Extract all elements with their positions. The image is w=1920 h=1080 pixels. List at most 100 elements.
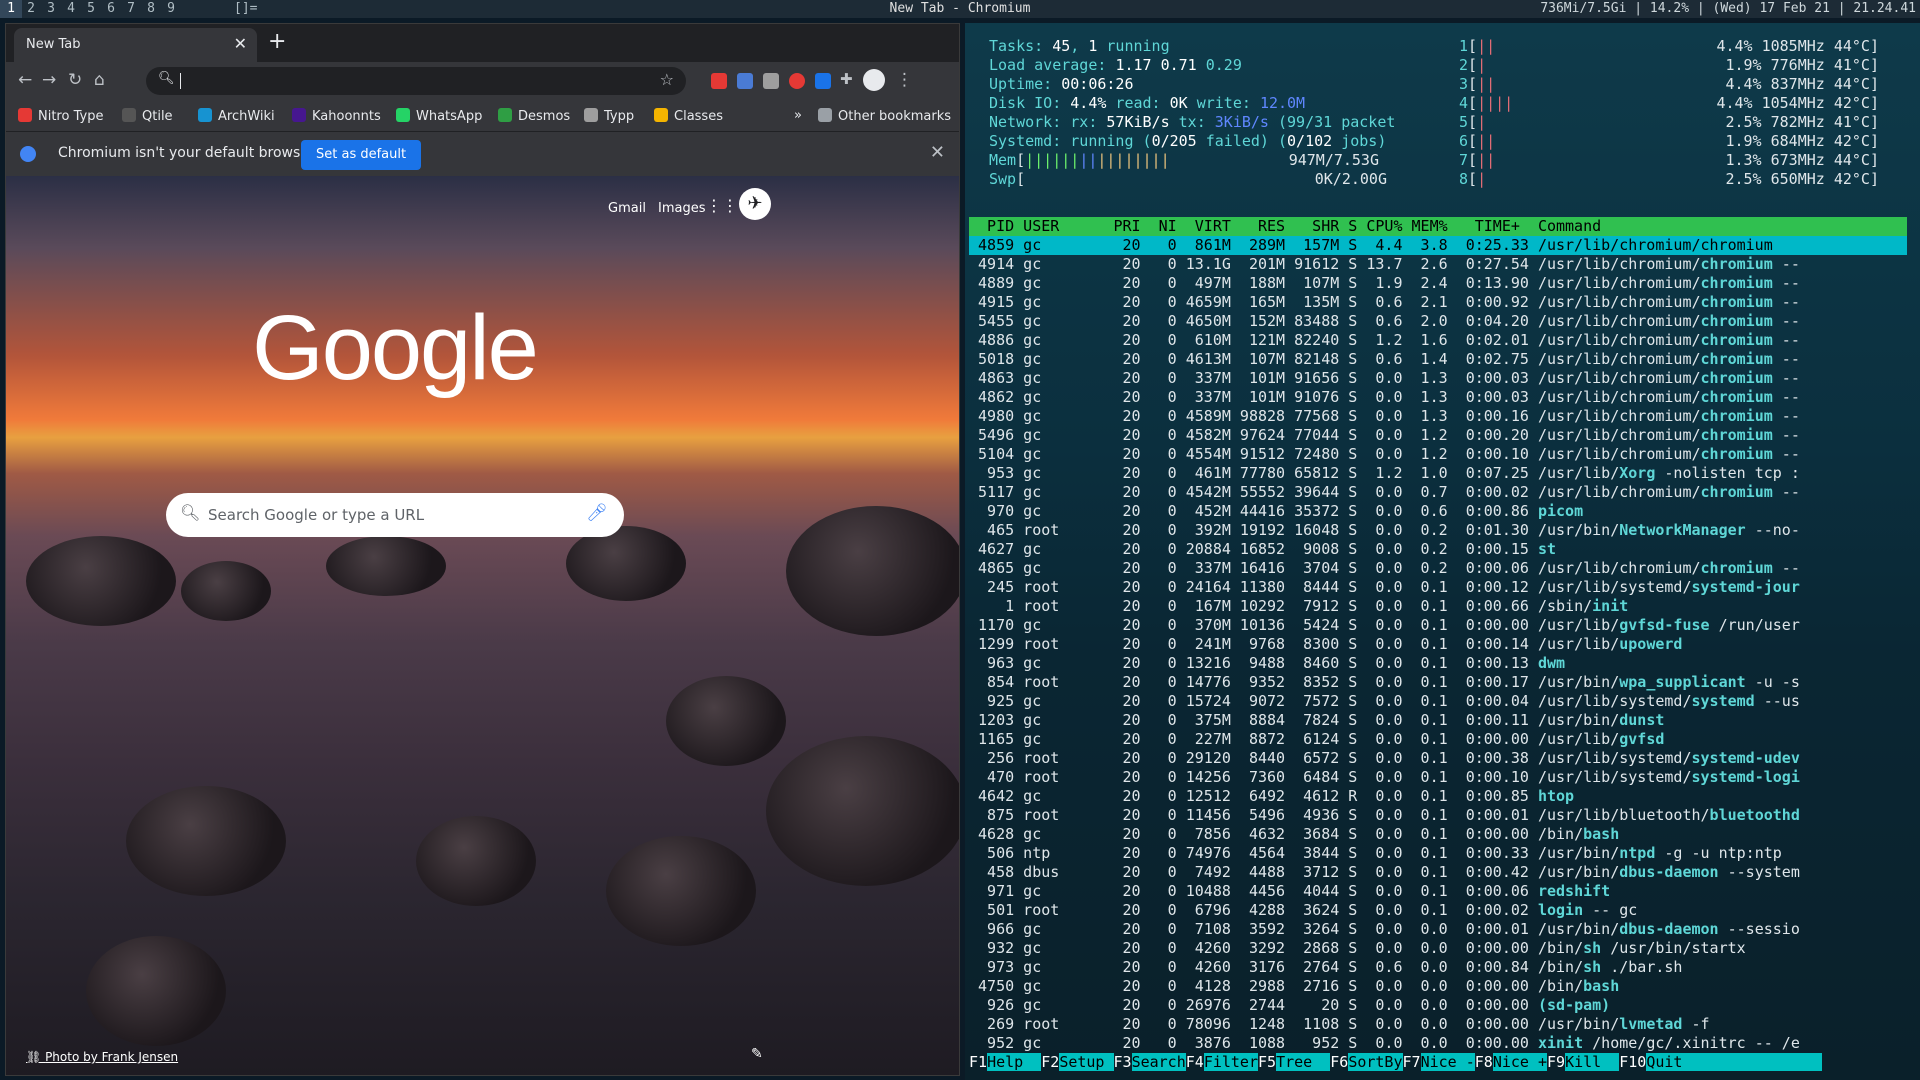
process-row[interactable]: 966 gc 20 0 7108 3592 3264 S 0.0 0.0 0:0… <box>969 920 1907 939</box>
process-row[interactable]: 875 root 20 0 11456 5496 4936 S 0.0 0.1 … <box>969 806 1907 825</box>
extension-icon[interactable] <box>711 73 727 89</box>
home-icon[interactable]: ⌂ <box>94 70 105 90</box>
fkey-f3[interactable]: F3 <box>1114 1053 1132 1071</box>
fkey-f8[interactable]: F8 <box>1475 1053 1493 1071</box>
puzzle-extensions-icon[interactable]: ✚ <box>840 70 853 88</box>
fkey-label[interactable]: Tree <box>1276 1053 1331 1071</box>
process-row[interactable]: 269 root 20 0 78096 1248 1108 S 0.0 0.0 … <box>969 1015 1907 1034</box>
tab-new-tab[interactable]: New Tab ✕ <box>14 28 257 62</box>
process-row[interactable]: 4914 gc 20 0 13.1G 201M 91612 S 13.7 2.6… <box>969 255 1907 274</box>
process-row[interactable]: 4750 gc 20 0 4128 2988 2716 S 0.0 0.0 0:… <box>969 977 1907 996</box>
process-row[interactable]: 465 root 20 0 392M 19192 16048 S 0.0 0.2… <box>969 521 1907 540</box>
omnibox[interactable]: 🔍︎ ☆ <box>146 67 686 95</box>
process-row[interactable]: 245 root 20 0 24164 11380 8444 S 0.0 0.1… <box>969 578 1907 597</box>
process-row[interactable]: 1165 gc 20 0 227M 8872 6124 S 0.0 0.1 0:… <box>969 730 1907 749</box>
process-row[interactable]: 4980 gc 20 0 4589M 98828 77568 S 0.0 1.3… <box>969 407 1907 426</box>
bookmark-classes[interactable]: Classes <box>654 108 723 124</box>
fkey-f1[interactable]: F1 <box>969 1053 987 1071</box>
close-tab-icon[interactable]: ✕ <box>234 34 247 53</box>
reload-icon[interactable]: ↻ <box>68 70 82 90</box>
extension-icon[interactable] <box>789 73 805 89</box>
fkey-label[interactable]: Help <box>987 1053 1042 1071</box>
bookmark-desmos[interactable]: Desmos <box>498 108 570 124</box>
process-row[interactable]: 5117 gc 20 0 4542M 55552 39644 S 0.0 0.7… <box>969 483 1907 502</box>
process-table-header[interactable]: PID USER PRI NI VIRT RES SHR S CPU% MEM%… <box>969 217 1907 236</box>
process-row[interactable]: 5104 gc 20 0 4554M 91512 72480 S 0.0 1.2… <box>969 445 1907 464</box>
images-link[interactable]: Images <box>658 201 706 216</box>
process-row[interactable]: 4863 gc 20 0 337M 101M 91656 S 0.0 1.3 0… <box>969 369 1907 388</box>
process-row[interactable]: 4628 gc 20 0 7856 4632 3684 S 0.0 0.1 0:… <box>969 825 1907 844</box>
fkey-label[interactable]: SortBy <box>1348 1053 1403 1071</box>
fkey-label[interactable]: Search <box>1131 1053 1186 1071</box>
bookmarks-overflow-icon[interactable]: » <box>794 108 802 123</box>
fkey-label[interactable]: Filter <box>1203 1053 1258 1071</box>
process-row[interactable]: 4642 gc 20 0 12512 6492 4612 R 0.0 0.1 0… <box>969 787 1907 806</box>
process-row[interactable]: 926 gc 20 0 26976 2744 20 S 0.0 0.0 0:00… <box>969 996 1907 1015</box>
account-avatar[interactable]: ✈ <box>739 188 771 220</box>
photo-credit-link[interactable]: ⛓ Photo by Frank Jensen <box>26 1050 178 1064</box>
extension-icon[interactable] <box>815 73 831 89</box>
close-icon[interactable]: ✕ <box>930 142 945 163</box>
customize-pencil-icon[interactable]: ✎ <box>751 1046 763 1062</box>
process-row[interactable]: 1299 root 20 0 241M 9768 8300 S 0.0 0.1 … <box>969 635 1907 654</box>
ntp-search-box[interactable]: 🔍︎ Search Google or type a URL 🎤︎ <box>166 493 624 537</box>
process-row[interactable]: 5496 gc 20 0 4582M 97624 77044 S 0.0 1.2… <box>969 426 1907 445</box>
fkey-f9[interactable]: F9 <box>1547 1053 1565 1071</box>
fkey-f5[interactable]: F5 <box>1258 1053 1276 1071</box>
fkey-label[interactable]: Kill <box>1565 1053 1620 1071</box>
forward-icon[interactable]: → <box>42 70 56 90</box>
fkey-f6[interactable]: F6 <box>1330 1053 1348 1071</box>
process-row[interactable]: 963 gc 20 0 13216 9488 8460 S 0.0 0.1 0:… <box>969 654 1907 673</box>
process-row[interactable]: 4627 gc 20 0 20884 16852 9008 S 0.0 0.2 … <box>969 540 1907 559</box>
process-row[interactable]: 5018 gc 20 0 4613M 107M 82148 S 0.6 1.4 … <box>969 350 1907 369</box>
other-bookmarks[interactable]: Other bookmarks <box>818 108 951 124</box>
bookmark-kahoonnts[interactable]: Kahoonnts <box>292 108 381 124</box>
bookmark-star-icon[interactable]: ☆ <box>660 70 674 89</box>
profile-avatar[interactable] <box>863 69 885 91</box>
fkey-label[interactable]: Quit <box>1646 1053 1823 1071</box>
menu-kebab-icon[interactable]: ⋮ <box>896 70 913 90</box>
fkey-f10[interactable]: F10 <box>1619 1053 1646 1071</box>
fkey-label[interactable]: Nice - <box>1420 1053 1475 1071</box>
process-row[interactable]: 973 gc 20 0 4260 3176 2764 S 0.6 0.0 0:0… <box>969 958 1907 977</box>
fkey-f2[interactable]: F2 <box>1041 1053 1059 1071</box>
bookmark-whatsapp[interactable]: WhatsApp <box>396 108 482 124</box>
gmail-link[interactable]: Gmail <box>608 201 646 216</box>
new-tab-button[interactable]: + <box>268 29 286 54</box>
fkey-label[interactable]: Nice + <box>1492 1053 1547 1071</box>
process-row[interactable]: 854 root 20 0 14776 9352 8352 S 0.0 0.1 … <box>969 673 1907 692</box>
process-row[interactable]: 4915 gc 20 0 4659M 165M 135M S 0.6 2.1 0… <box>969 293 1907 312</box>
fkey-label[interactable]: Setup <box>1059 1053 1114 1071</box>
process-row[interactable]: 953 gc 20 0 461M 77780 65812 S 1.2 1.0 0… <box>969 464 1907 483</box>
process-row[interactable]: 952 gc 20 0 3876 1088 952 S 0.0 0.0 0:00… <box>969 1034 1907 1053</box>
process-row[interactable]: 970 gc 20 0 452M 44416 35372 S 0.0 0.6 0… <box>969 502 1907 521</box>
process-row[interactable]: 4886 gc 20 0 610M 121M 82240 S 1.2 1.6 0… <box>969 331 1907 350</box>
process-row[interactable]: 1203 gc 20 0 375M 8884 7824 S 0.0 0.1 0:… <box>969 711 1907 730</box>
bookmark-qtile[interactable]: Qtile <box>122 108 173 124</box>
process-row[interactable]: 5455 gc 20 0 4650M 152M 83488 S 0.6 2.0 … <box>969 312 1907 331</box>
process-row[interactable]: 4889 gc 20 0 497M 188M 107M S 1.9 2.4 0:… <box>969 274 1907 293</box>
htop-terminal[interactable]: Tasks: 45, 1 running Load average: 1.17 … <box>965 23 1920 1080</box>
set-default-button[interactable]: Set as default <box>301 140 422 170</box>
process-row[interactable]: 501 root 20 0 6796 4288 3624 S 0.0 0.1 0… <box>969 901 1907 920</box>
process-row[interactable]: 506 ntp 20 0 74976 4564 3844 S 0.0 0.1 0… <box>969 844 1907 863</box>
bookmark-archwiki[interactable]: ArchWiki <box>198 108 275 124</box>
process-row[interactable]: 925 gc 20 0 15724 9072 7572 S 0.0 0.1 0:… <box>969 692 1907 711</box>
extension-icon[interactable] <box>763 73 779 89</box>
process-row[interactable]: 256 root 20 0 29120 8440 6572 S 0.0 0.1 … <box>969 749 1907 768</box>
process-row[interactable]: 1170 gc 20 0 370M 10136 5424 S 0.0 0.1 0… <box>969 616 1907 635</box>
selected-process-row[interactable]: 4859 gc 20 0 861M 289M 157M S 4.4 3.8 0:… <box>969 236 1907 255</box>
fkey-f7[interactable]: F7 <box>1403 1053 1421 1071</box>
microphone-icon[interactable]: 🎤︎ <box>586 503 608 523</box>
process-row[interactable]: 1 root 20 0 167M 10292 7912 S 0.0 0.1 0:… <box>969 597 1907 616</box>
back-icon[interactable]: ← <box>18 70 32 90</box>
process-row[interactable]: 932 gc 20 0 4260 3292 2868 S 0.0 0.0 0:0… <box>969 939 1907 958</box>
bookmark-nitro-type[interactable]: Nitro Type <box>18 108 103 124</box>
bookmark-typp[interactable]: Typp <box>584 108 634 124</box>
fkey-f4[interactable]: F4 <box>1186 1053 1204 1071</box>
process-row[interactable]: 4862 gc 20 0 337M 101M 91076 S 0.0 1.3 0… <box>969 388 1907 407</box>
process-row[interactable]: 470 root 20 0 14256 7360 6484 S 0.0 0.1 … <box>969 768 1907 787</box>
process-row[interactable]: 458 dbus 20 0 7492 4488 3712 S 0.0 0.1 0… <box>969 863 1907 882</box>
process-row[interactable]: 4865 gc 20 0 337M 16416 3704 S 0.0 0.2 0… <box>969 559 1907 578</box>
translate-extension-icon[interactable] <box>737 73 753 89</box>
